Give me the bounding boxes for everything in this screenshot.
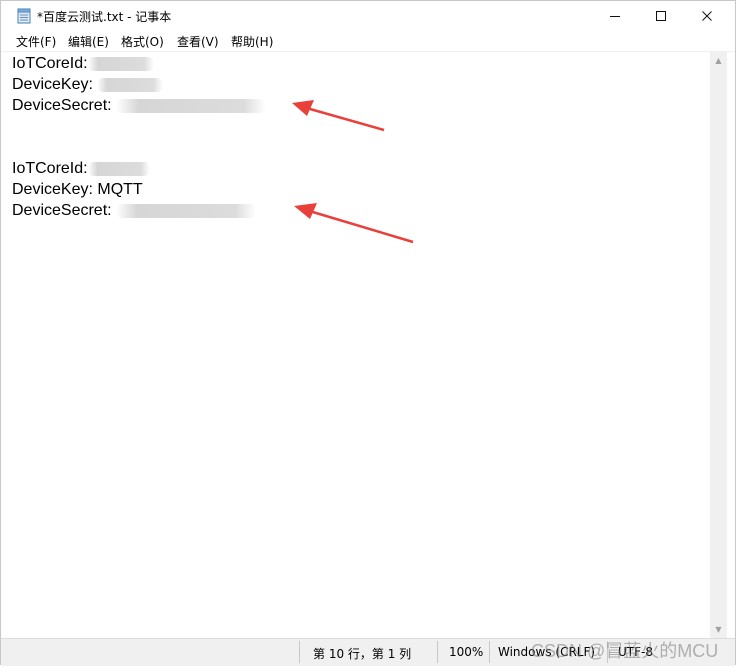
annotation-arrows <box>292 100 414 244</box>
annotation-arrow <box>294 203 414 244</box>
annotation-arrow <box>292 100 385 132</box>
